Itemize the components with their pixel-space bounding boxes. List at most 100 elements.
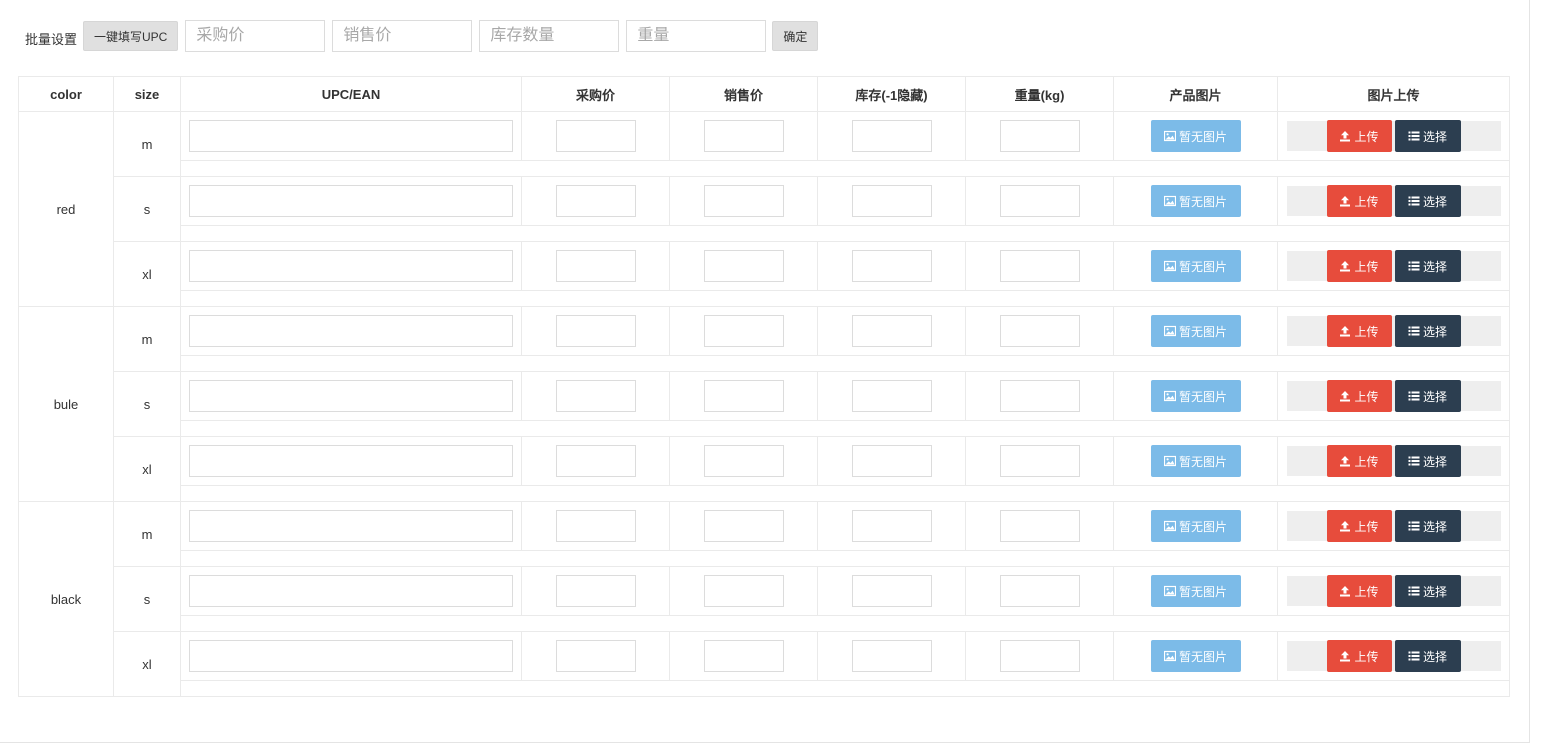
purchase-price-input[interactable] (555, 250, 636, 282)
batch-weight-input[interactable] (626, 20, 767, 52)
no-image-button[interactable]: 暂无图片 (1150, 250, 1241, 282)
stock-input[interactable] (851, 510, 932, 542)
list-icon (1408, 585, 1420, 597)
upload-button[interactable]: 上传 (1326, 445, 1392, 477)
sale-price-input[interactable] (703, 250, 784, 282)
sale-price-input[interactable] (703, 640, 784, 672)
select-button[interactable]: 选择 (1394, 575, 1461, 607)
header-weight: 重量(kg) (965, 76, 1114, 112)
no-image-button[interactable]: 暂无图片 (1150, 510, 1241, 542)
upc-input[interactable] (189, 380, 513, 412)
upload-icon (1339, 195, 1351, 207)
stock-input[interactable] (851, 445, 932, 477)
no-image-button[interactable]: 暂无图片 (1150, 120, 1241, 152)
row-spacer (19, 680, 1510, 697)
select-button[interactable]: 选择 (1394, 185, 1461, 217)
image-icon (1163, 195, 1176, 207)
select-button[interactable]: 选择 (1394, 445, 1461, 477)
sale-price-input[interactable] (703, 575, 784, 607)
sale-price-input[interactable] (703, 445, 784, 477)
size-cell: m (113, 306, 181, 372)
sale-price-input[interactable] (703, 120, 784, 152)
upload-button[interactable]: 上传 (1326, 640, 1392, 672)
upc-input[interactable] (189, 315, 513, 347)
batch-purchase-price-input[interactable] (185, 20, 326, 52)
upload-button[interactable]: 上传 (1326, 380, 1392, 412)
upc-input[interactable] (189, 250, 513, 282)
purchase-price-input[interactable] (555, 510, 636, 542)
no-image-button[interactable]: 暂无图片 (1150, 315, 1241, 347)
no-image-button[interactable]: 暂无图片 (1150, 380, 1241, 412)
stock-input[interactable] (851, 575, 932, 607)
sale-price-cell (669, 371, 818, 421)
upc-cell (180, 566, 522, 616)
sale-price-input[interactable] (703, 510, 784, 542)
upload-bar: 上传 选择 (1286, 250, 1501, 282)
stock-input[interactable] (851, 250, 932, 282)
select-button[interactable]: 选择 (1394, 315, 1461, 347)
purchase-price-input[interactable] (555, 575, 636, 607)
purchase-price-input[interactable] (555, 640, 636, 672)
table-row: xl 暂无图片 上传 选择 (19, 631, 1510, 697)
select-button[interactable]: 选择 (1394, 510, 1461, 542)
purchase-price-input[interactable] (555, 445, 636, 477)
purchase-price-input[interactable] (555, 380, 636, 412)
weight-input[interactable] (999, 120, 1080, 152)
upload-button[interactable]: 上传 (1326, 575, 1392, 607)
weight-input[interactable] (999, 510, 1080, 542)
weight-input[interactable] (999, 640, 1080, 672)
upc-input[interactable] (189, 575, 513, 607)
weight-input[interactable] (999, 380, 1080, 412)
batch-settings: 批量设置 一键填写UPC 确定 (25, 20, 819, 52)
select-button[interactable]: 选择 (1394, 640, 1461, 672)
weight-input[interactable] (999, 250, 1080, 282)
no-image-button[interactable]: 暂无图片 (1150, 575, 1241, 607)
upc-input[interactable] (189, 640, 513, 672)
upc-cell (180, 176, 522, 226)
purchase-price-input[interactable] (555, 185, 636, 217)
select-button[interactable]: 选择 (1394, 380, 1461, 412)
stock-input[interactable] (851, 640, 932, 672)
sale-price-input[interactable] (703, 315, 784, 347)
upload-button[interactable]: 上传 (1326, 185, 1392, 217)
purchase-price-input[interactable] (555, 120, 636, 152)
select-button[interactable]: 选择 (1394, 250, 1461, 282)
upload-button[interactable]: 上传 (1326, 250, 1392, 282)
stock-input[interactable] (851, 380, 932, 412)
upload-button[interactable]: 上传 (1326, 120, 1392, 152)
weight-input[interactable] (999, 315, 1080, 347)
weight-input[interactable] (999, 445, 1080, 477)
no-image-button[interactable]: 暂无图片 (1150, 640, 1241, 672)
upc-input[interactable] (189, 445, 513, 477)
stock-cell (817, 306, 966, 356)
batch-stock-input[interactable] (479, 20, 620, 52)
weight-input[interactable] (999, 185, 1080, 217)
upload-bar: 上传 选择 (1286, 185, 1501, 217)
fill-upc-button[interactable]: 一键填写UPC (83, 21, 179, 51)
image-upload-cell: 上传 选择 (1277, 566, 1510, 616)
upc-input[interactable] (189, 510, 513, 542)
upload-button[interactable]: 上传 (1326, 510, 1392, 542)
table-row: s 暂无图片 上传 选择 (19, 566, 1510, 632)
upc-cell (180, 371, 522, 421)
list-icon (1408, 390, 1420, 402)
stock-input[interactable] (851, 185, 932, 217)
weight-input[interactable] (999, 575, 1080, 607)
purchase-price-cell (521, 176, 670, 226)
no-image-button[interactable]: 暂无图片 (1150, 185, 1241, 217)
size-cell: m (113, 501, 181, 567)
stock-input[interactable] (851, 315, 932, 347)
select-button[interactable]: 选择 (1394, 120, 1461, 152)
confirm-button[interactable]: 确定 (772, 21, 819, 51)
upload-button[interactable]: 上传 (1326, 315, 1392, 347)
stock-input[interactable] (851, 120, 932, 152)
upc-input[interactable] (189, 120, 513, 152)
upc-input[interactable] (189, 185, 513, 217)
sale-price-input[interactable] (703, 380, 784, 412)
upload-label: 上传 (1354, 129, 1379, 144)
batch-sale-price-input[interactable] (332, 20, 473, 52)
no-image-button[interactable]: 暂无图片 (1150, 445, 1241, 477)
image-icon (1163, 325, 1176, 337)
sale-price-input[interactable] (703, 185, 784, 217)
purchase-price-input[interactable] (555, 315, 636, 347)
